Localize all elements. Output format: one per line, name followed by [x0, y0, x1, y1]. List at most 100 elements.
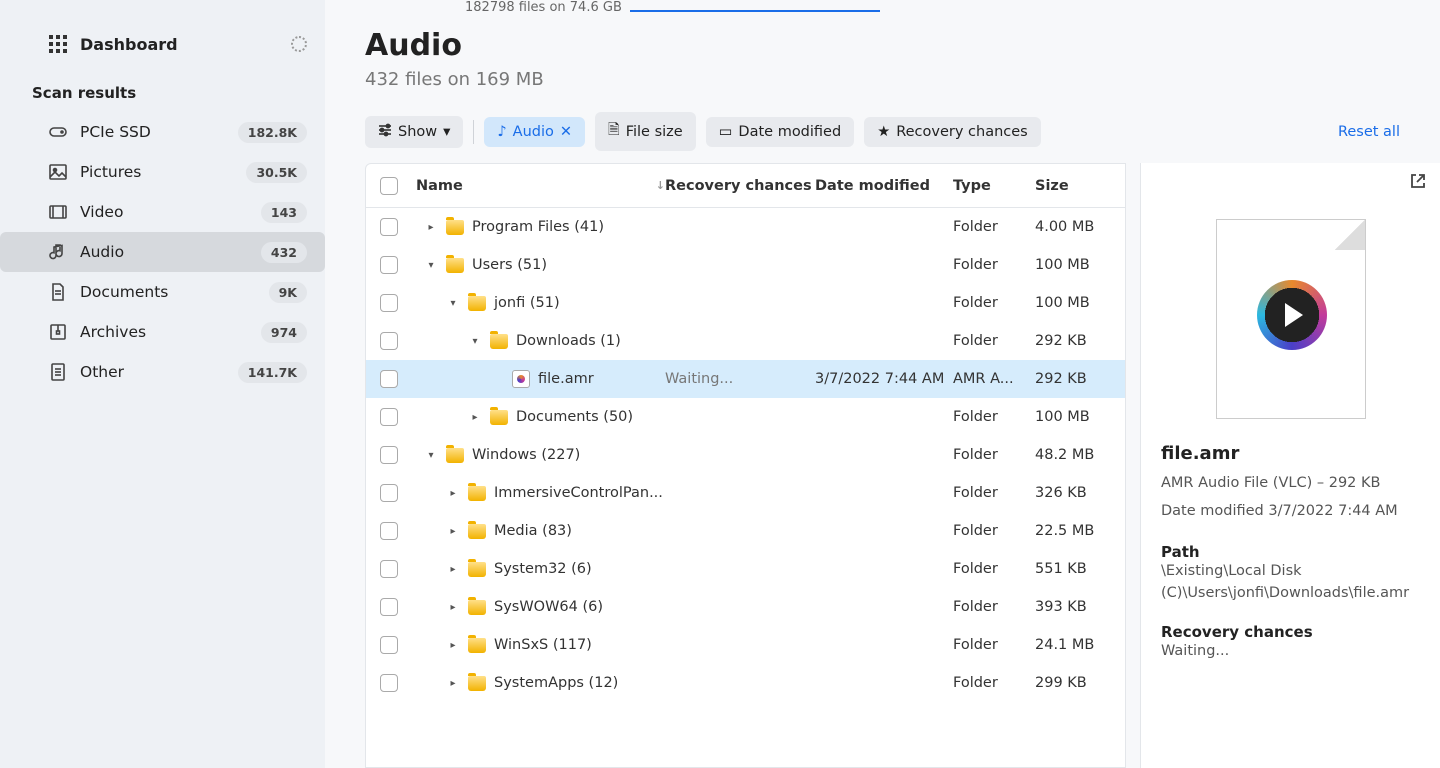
row-checkbox[interactable]	[380, 256, 398, 274]
row-checkbox[interactable]	[380, 560, 398, 578]
sidebar-item-badge: 143	[261, 202, 307, 223]
open-external-icon[interactable]	[1410, 173, 1426, 193]
expand-toggle-icon[interactable]: ▸	[446, 564, 460, 575]
sort-arrow-icon: ↓	[656, 179, 665, 192]
recovery-chances-filter-button[interactable]: ★ Recovery chances	[864, 117, 1041, 147]
column-recovery-chances[interactable]: Recovery chances	[665, 178, 815, 194]
expand-toggle-icon[interactable]: ▸	[446, 526, 460, 537]
expand-toggle-icon[interactable]: ▾	[468, 336, 482, 347]
row-name: System32 (6)	[494, 561, 592, 577]
sidebar-item-label: Audio	[80, 243, 261, 261]
row-size: 393 KB	[1035, 599, 1125, 615]
expand-toggle-icon[interactable]: ▸	[446, 602, 460, 613]
row-size: 326 KB	[1035, 485, 1125, 501]
column-size[interactable]: Size	[1035, 178, 1125, 194]
row-recovery-chances: Waiting...	[665, 371, 815, 387]
dashboard-link[interactable]: Dashboard	[0, 24, 325, 64]
table-row[interactable]: ▾ Users (51) Folder 100 MB	[366, 246, 1125, 284]
sidebar-item-video[interactable]: Video 143	[0, 192, 325, 232]
row-checkbox[interactable]	[380, 598, 398, 616]
expand-toggle-icon[interactable]: ▾	[424, 260, 438, 271]
details-panel: file.amr AMR Audio File (VLC) – 292 KB D…	[1140, 163, 1440, 768]
row-name: Documents (50)	[516, 409, 633, 425]
select-all-checkbox[interactable]	[380, 177, 398, 195]
expand-toggle-icon[interactable]: ▸	[468, 412, 482, 423]
row-type: Folder	[953, 409, 1035, 425]
remove-filter-icon[interactable]: ✕	[560, 124, 572, 140]
expand-toggle-icon[interactable]: ▾	[424, 450, 438, 461]
sidebar-item-pictures[interactable]: Pictures 30.5K	[0, 152, 325, 192]
music-note-icon: ♪	[497, 124, 506, 140]
row-checkbox[interactable]	[380, 674, 398, 692]
column-type[interactable]: Type	[953, 178, 1035, 194]
sidebar-item-label: Documents	[80, 283, 269, 301]
table-row[interactable]: ▸ Documents (50) Folder 100 MB	[366, 398, 1125, 436]
table-row[interactable]: ▸ Program Files (41) Folder 4.00 MB	[366, 208, 1125, 246]
row-checkbox[interactable]	[380, 636, 398, 654]
table-row[interactable]: file.amr Waiting... 3/7/2022 7:44 AM AMR…	[366, 360, 1125, 398]
row-type: AMR A...	[953, 371, 1035, 387]
details-path-value: \Existing\Local Disk (C)\Users\jonfi\Dow…	[1161, 561, 1420, 605]
sidebar-item-audio[interactable]: Audio 432	[0, 232, 325, 272]
folder-icon	[468, 638, 486, 653]
row-size: 292 KB	[1035, 371, 1125, 387]
show-filter-button[interactable]: Show ▾	[365, 116, 463, 148]
table-row[interactable]: ▾ jonfi (51) Folder 100 MB	[366, 284, 1125, 322]
row-size: 4.00 MB	[1035, 219, 1125, 235]
row-checkbox[interactable]	[380, 370, 398, 388]
row-checkbox[interactable]	[380, 332, 398, 350]
row-type: Folder	[953, 561, 1035, 577]
table-row[interactable]: ▸ ImmersiveControlPan... Folder 326 KB	[366, 474, 1125, 512]
details-date-modified: Date modified 3/7/2022 7:44 AM	[1161, 498, 1420, 526]
sidebar-item-badge: 432	[261, 242, 307, 263]
sidebar-item-archives[interactable]: Archives 974	[0, 312, 325, 352]
sidebar-item-pcie-ssd[interactable]: PCIe SSD 182.8K	[0, 112, 325, 152]
sidebar-item-label: Pictures	[80, 163, 246, 181]
reset-all-link[interactable]: Reset all	[1338, 124, 1400, 140]
table-row[interactable]: ▸ SysWOW64 (6) Folder 393 KB	[366, 588, 1125, 626]
details-filename: file.amr	[1161, 443, 1420, 464]
column-date-modified[interactable]: Date modified	[815, 178, 953, 194]
row-size: 551 KB	[1035, 561, 1125, 577]
row-checkbox[interactable]	[380, 408, 398, 426]
row-checkbox[interactable]	[380, 484, 398, 502]
table-header: Name↓ Recovery chances Date modified Typ…	[366, 164, 1125, 208]
expand-toggle-icon[interactable]: ▸	[446, 678, 460, 689]
table-row[interactable]: ▾ Windows (227) Folder 48.2 MB	[366, 436, 1125, 474]
row-checkbox[interactable]	[380, 446, 398, 464]
file-icon: 🗎	[608, 119, 620, 144]
table-row[interactable]: ▸ System32 (6) Folder 551 KB	[366, 550, 1125, 588]
row-name: Users (51)	[472, 257, 547, 273]
row-checkbox[interactable]	[380, 522, 398, 540]
row-checkbox[interactable]	[380, 218, 398, 236]
sidebar-item-documents[interactable]: Documents 9K	[0, 272, 325, 312]
table-row[interactable]: ▸ WinSxS (117) Folder 24.1 MB	[366, 626, 1125, 664]
filter-bar: Show ▾ ♪ Audio ✕ 🗎 File size ▭ Date modi…	[325, 98, 1440, 163]
expand-toggle-icon[interactable]: ▸	[424, 222, 438, 233]
file-size-filter-button[interactable]: 🗎 File size	[595, 112, 696, 151]
sidebar-item-other[interactable]: Other 141.7K	[0, 352, 325, 392]
column-name[interactable]: Name↓	[412, 178, 665, 194]
row-date-modified: 3/7/2022 7:44 AM	[815, 371, 953, 387]
chevron-down-icon: ▾	[443, 124, 450, 140]
row-size: 100 MB	[1035, 409, 1125, 425]
date-modified-filter-button[interactable]: ▭ Date modified	[706, 117, 854, 147]
folder-icon	[468, 486, 486, 501]
progress-line	[630, 10, 880, 12]
details-file-type: AMR Audio File (VLC) – 292 KB	[1161, 470, 1420, 498]
table-row[interactable]: ▸ SystemApps (12) Folder 299 KB	[366, 664, 1125, 702]
table-row[interactable]: ▾ Downloads (1) Folder 292 KB	[366, 322, 1125, 360]
expand-toggle-icon[interactable]: ▸	[446, 488, 460, 499]
details-recovery-label: Recovery chances	[1161, 623, 1420, 641]
grid-icon	[48, 34, 68, 54]
expand-toggle-icon[interactable]: ▾	[446, 298, 460, 309]
expand-toggle-icon[interactable]: ▸	[446, 640, 460, 651]
folder-icon	[490, 334, 508, 349]
audio-filter-chip[interactable]: ♪ Audio ✕	[484, 117, 585, 147]
scan-progress-bar: 182798 files on 74.6 GB	[325, 0, 1440, 18]
audio-icon	[48, 242, 68, 262]
row-type: Folder	[953, 257, 1035, 273]
folder-icon	[468, 296, 486, 311]
table-row[interactable]: ▸ Media (83) Folder 22.5 MB	[366, 512, 1125, 550]
row-checkbox[interactable]	[380, 294, 398, 312]
